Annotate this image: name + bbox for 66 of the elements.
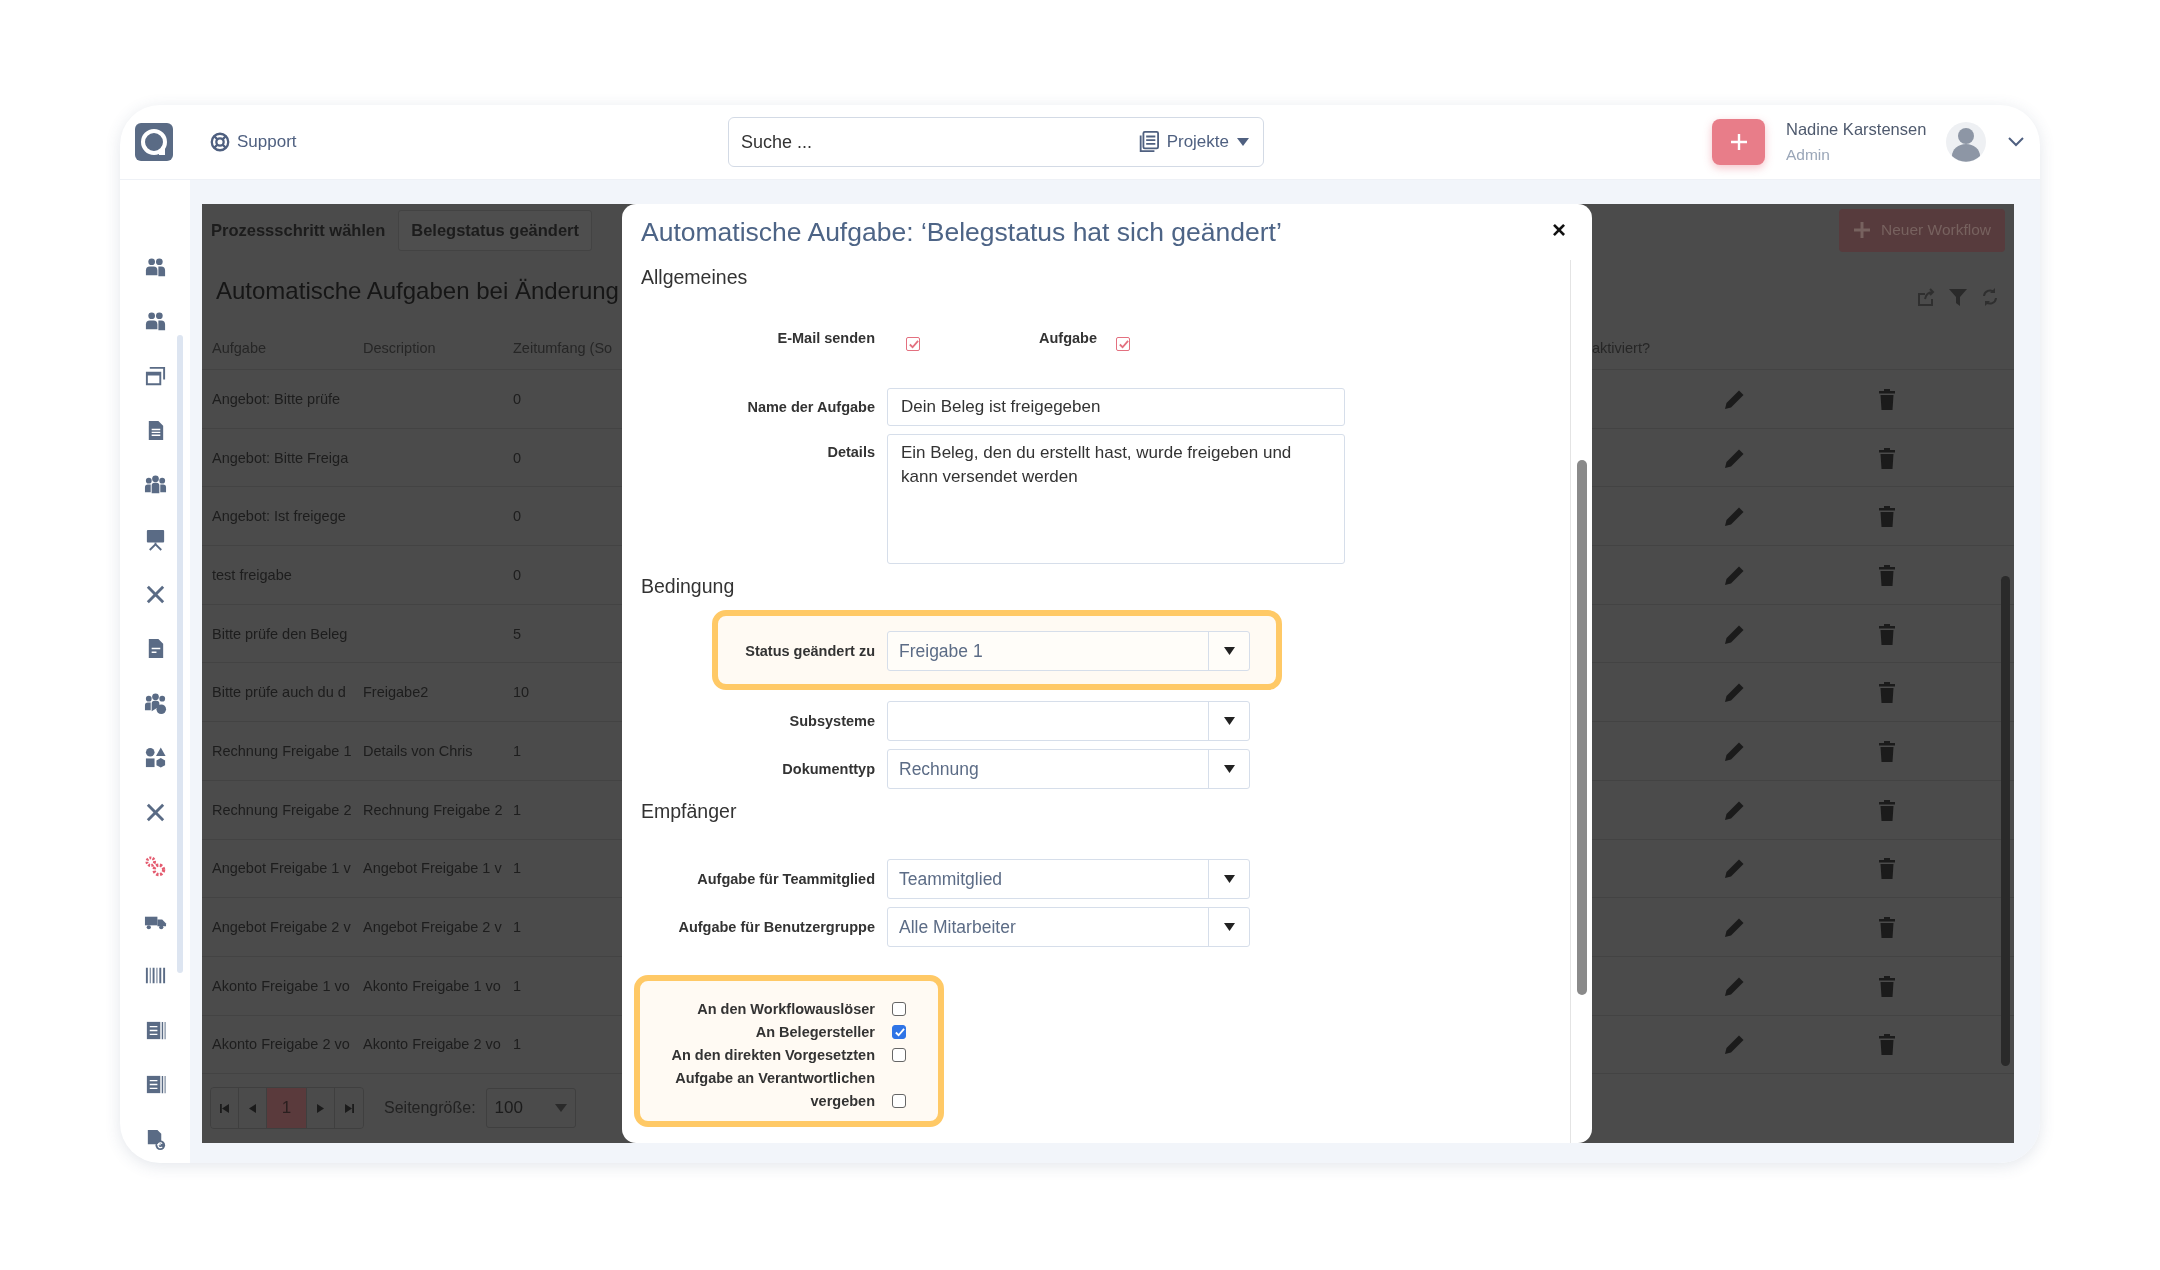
refresh-icon[interactable] bbox=[1980, 287, 2000, 307]
scrollbar[interactable] bbox=[177, 335, 183, 973]
checkbox[interactable] bbox=[892, 1048, 906, 1062]
users-icon[interactable] bbox=[143, 258, 167, 279]
checkbox[interactable] bbox=[892, 1094, 906, 1108]
checkbox[interactable] bbox=[892, 1025, 906, 1039]
caret-icon bbox=[1237, 138, 1249, 146]
select-field[interactable]: Rechnung bbox=[887, 749, 1250, 789]
select-field[interactable]: Alle Mitarbeiter bbox=[887, 907, 1250, 947]
scrollbar[interactable] bbox=[2001, 576, 2010, 1066]
checkbox[interactable] bbox=[1116, 337, 1130, 351]
checkbox-label: An den Workflowauslöser bbox=[696, 1000, 875, 1019]
select-field[interactable] bbox=[887, 701, 1250, 741]
select-field[interactable]: Freigabe 1 bbox=[887, 631, 1250, 671]
search-field[interactable]: Suche ... bbox=[739, 130, 1137, 154]
add-button[interactable] bbox=[1712, 119, 1765, 165]
caret-left-icon bbox=[248, 1103, 257, 1113]
chevron-down-icon[interactable] bbox=[2008, 137, 2024, 147]
checkbox-label: An den direkten Vorgesetzten bbox=[670, 1046, 875, 1065]
caret-icon bbox=[1223, 923, 1235, 931]
first-page-button[interactable] bbox=[211, 1088, 239, 1129]
filter-icon[interactable] bbox=[1948, 287, 1968, 307]
shapes-icon[interactable] bbox=[143, 746, 167, 770]
field-label: Dokumenttyp bbox=[781, 761, 875, 777]
scrollbar[interactable] bbox=[1577, 460, 1587, 995]
caret-icon bbox=[554, 1104, 567, 1113]
plus-icon bbox=[1853, 221, 1872, 239]
plus-icon bbox=[1728, 132, 1749, 152]
caret-icon bbox=[1223, 717, 1235, 725]
checkbox[interactable] bbox=[906, 337, 920, 351]
support-link[interactable]: Support bbox=[209, 131, 297, 153]
caret-icon bbox=[1223, 647, 1235, 655]
checkbox-label: An Belegersteller bbox=[754, 1023, 875, 1042]
select-field[interactable]: Teammitglied bbox=[887, 859, 1250, 899]
checkbox-label: Aufgabe an Verantwortlichen vergeben bbox=[674, 1069, 875, 1111]
dialog-title: Automatische Aufgabe: ‘Belegstatus hat sich geändert’ bbox=[641, 216, 1282, 248]
windows-icon[interactable] bbox=[143, 364, 167, 388]
section-heading: Empfänger bbox=[641, 798, 738, 824]
scope-dropdown[interactable]: Projekte bbox=[1136, 131, 1249, 153]
group-icon[interactable] bbox=[143, 691, 167, 715]
text-field[interactable]: Dein Beleg ist freigegeben bbox=[887, 388, 1345, 426]
gears-icon[interactable] bbox=[143, 855, 167, 879]
field-label: Details bbox=[826, 443, 875, 460]
text-area[interactable]: Ein Beleg, den du erstellt hast, wurde freigeben und kann versendet werden bbox=[887, 434, 1345, 564]
logo-icon[interactable] bbox=[135, 123, 173, 161]
caret-icon bbox=[1223, 765, 1235, 773]
section-heading: Allgemeines bbox=[641, 264, 749, 290]
skip-end-icon bbox=[344, 1103, 354, 1113]
section-heading: Bedingung bbox=[641, 573, 736, 599]
field-label: E-Mail senden bbox=[776, 330, 875, 346]
close-button[interactable]: × bbox=[1548, 216, 1570, 244]
field-label: Name der Aufgabe bbox=[746, 399, 875, 415]
field-label: Aufgabe für Benutzergruppe bbox=[677, 919, 875, 935]
caret-right-icon bbox=[316, 1103, 325, 1113]
user-name: Nadine Karstensen bbox=[1786, 120, 1928, 139]
user-role: Admin bbox=[1786, 146, 1831, 164]
caret-icon bbox=[1223, 875, 1235, 883]
field-label: Status geändert zu bbox=[744, 643, 875, 659]
lifebuoy-icon bbox=[209, 131, 231, 153]
search-bar[interactable]: Suche ... Projekte bbox=[728, 117, 1264, 167]
export-icon[interactable] bbox=[1916, 287, 1936, 307]
field-label: Subsysteme bbox=[788, 713, 875, 729]
field-label: Aufgabe bbox=[1038, 330, 1097, 346]
checkbox[interactable] bbox=[892, 1002, 906, 1016]
field-label: Aufgabe für Teammitglied bbox=[696, 871, 875, 887]
skip-start-icon bbox=[220, 1103, 229, 1113]
